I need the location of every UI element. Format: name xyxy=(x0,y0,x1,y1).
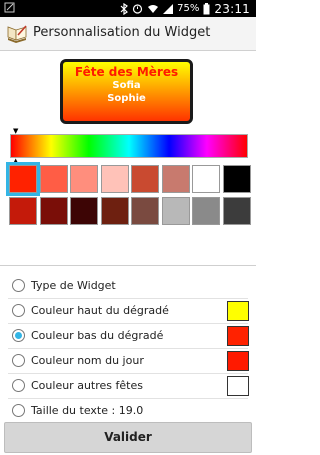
palette-swatch[interactable] xyxy=(161,197,190,225)
option-color-swatch[interactable] xyxy=(227,326,249,346)
palette-swatch[interactable] xyxy=(192,165,220,193)
option-separator xyxy=(8,348,248,349)
option-row[interactable]: Type de Widget xyxy=(0,275,256,299)
option-separator xyxy=(8,298,248,299)
option-separator xyxy=(8,373,248,374)
option-separator xyxy=(8,398,248,399)
widget-preview: Fête des Mères Sofia Sophie xyxy=(60,59,193,124)
validate-button[interactable]: Valider xyxy=(4,422,252,453)
bluetooth-icon xyxy=(120,2,129,15)
option-label: Type de Widget xyxy=(31,279,116,292)
option-row[interactable]: Couleur haut du dégradé xyxy=(0,300,256,324)
palette-swatch[interactable] xyxy=(131,197,159,225)
preview-title: Fête des Mères xyxy=(74,65,179,79)
option-radio[interactable] xyxy=(12,304,25,317)
palette-swatch[interactable] xyxy=(70,165,98,193)
preview-name-2: Sophie xyxy=(107,93,146,104)
preview-name-1: Sofia xyxy=(112,80,141,91)
option-radio[interactable] xyxy=(12,354,25,367)
option-label: Couleur autres fêtes xyxy=(31,379,143,392)
option-color-swatch[interactable] xyxy=(227,376,249,396)
option-label: Couleur bas du dégradé xyxy=(31,329,164,342)
option-row[interactable]: Couleur autres fêtes xyxy=(0,375,256,399)
divider xyxy=(0,265,256,266)
battery-icon xyxy=(203,2,210,14)
palette-swatch[interactable] xyxy=(131,165,159,193)
option-row[interactable]: Taille du texte : 19.0 xyxy=(0,400,256,424)
option-radio[interactable] xyxy=(12,329,25,342)
alarm-icon xyxy=(133,4,143,14)
action-bar: Personnalisation du Widget xyxy=(0,17,256,51)
option-row[interactable]: Couleur bas du dégradé xyxy=(0,325,256,349)
palette-swatch[interactable] xyxy=(9,197,37,225)
option-label: Taille du texte : 19.0 xyxy=(31,404,144,417)
option-color-swatch[interactable] xyxy=(227,301,249,321)
option-radio[interactable] xyxy=(12,379,25,392)
clock: 23:11 xyxy=(214,1,250,16)
spectrum-bottom-marker-icon[interactable]: ▲ xyxy=(13,158,18,165)
wifi-icon xyxy=(148,4,159,13)
palette-swatch[interactable] xyxy=(100,165,129,193)
palette-swatch[interactable] xyxy=(222,197,251,225)
writing-notification-icon xyxy=(4,2,15,13)
palette-swatch[interactable] xyxy=(161,165,190,193)
option-label: Couleur nom du jour xyxy=(31,354,144,367)
page-title: Personnalisation du Widget xyxy=(33,25,211,40)
option-row[interactable]: Couleur nom du jour xyxy=(0,350,256,374)
option-radio[interactable] xyxy=(12,404,25,417)
palette-swatch[interactable] xyxy=(6,162,40,196)
palette-swatch[interactable] xyxy=(100,197,129,225)
palette-swatch[interactable] xyxy=(192,197,220,225)
signal-icon xyxy=(163,3,174,14)
palette-swatch[interactable] xyxy=(70,197,98,225)
palette-swatch[interactable] xyxy=(39,165,68,193)
palette-swatch[interactable] xyxy=(222,165,251,193)
option-label: Couleur haut du dégradé xyxy=(31,304,169,317)
option-color-swatch[interactable] xyxy=(227,351,249,371)
battery-percent: 75% xyxy=(177,3,200,14)
hue-spectrum-slider[interactable] xyxy=(10,134,248,158)
status-bar: 75% 23:11 xyxy=(0,0,256,17)
option-separator xyxy=(8,323,248,324)
option-radio[interactable] xyxy=(12,279,25,292)
app-logo-icon[interactable] xyxy=(6,24,28,44)
palette-swatch[interactable] xyxy=(39,197,68,225)
